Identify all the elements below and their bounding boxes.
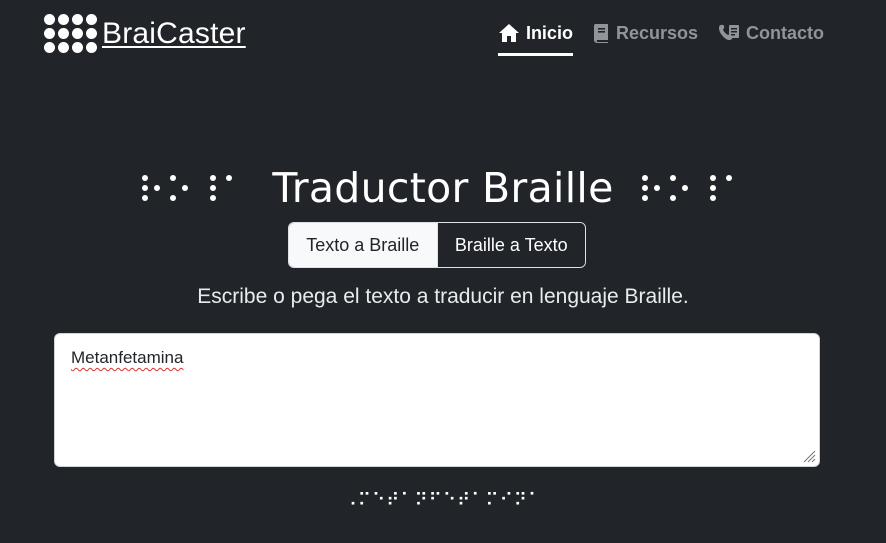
input-container (54, 333, 820, 467)
braille-dots-logo-icon (44, 14, 98, 53)
title-row: Traductor Braille (0, 160, 886, 216)
braille-decoration-left (142, 168, 244, 208)
nav-item-label: Contacto (746, 22, 824, 43)
braille-output: ⠠⠍⠑⠞⠁⠝⠋⠑⠞⠁⠍⠊⠝⠁ (343, 490, 543, 511)
contact-card-icon (718, 23, 740, 43)
resize-handle-icon[interactable] (802, 449, 816, 463)
page-title: Traductor Braille (272, 164, 614, 212)
brand-name: BraiCaster (102, 17, 246, 50)
nav-item-label: Recursos (615, 22, 698, 43)
nav-item-label: Inicio (525, 22, 573, 43)
text-input[interactable] (55, 334, 819, 466)
text-to-braille-button[interactable]: Texto a Braille (289, 223, 437, 267)
main-nav: Inicio Recursos Contacto (497, 20, 824, 56)
braille-to-text-button[interactable]: Braille a Texto (436, 223, 585, 267)
instructions-text: Escribe o pega el texto a traducir en le… (197, 285, 689, 308)
braille-decoration-right (641, 168, 744, 208)
book-icon (593, 23, 610, 43)
nav-item-inicio[interactable]: Inicio (497, 20, 573, 56)
nav-item-recursos[interactable]: Recursos (593, 20, 698, 56)
mode-toggle: Texto a Braille Braille a Texto (288, 222, 586, 268)
brand-link[interactable]: BraiCaster (44, 14, 246, 54)
nav-item-contacto[interactable]: Contacto (718, 20, 824, 56)
navbar: BraiCaster Inicio Recursos Contacto (0, 0, 886, 70)
home-icon (498, 23, 520, 43)
